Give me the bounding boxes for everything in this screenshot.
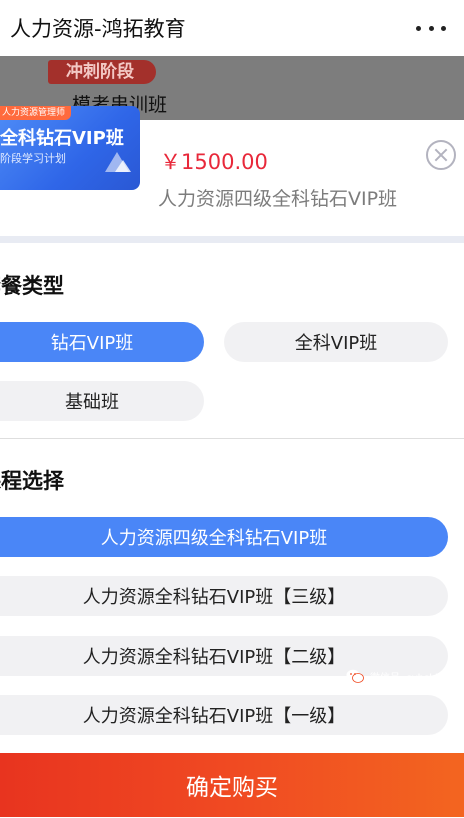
course-select-title: 课程选择 [0,469,64,493]
divider [0,438,464,439]
package-option-full-vip[interactable]: 全科VIP班 [224,322,448,362]
section-separator [0,236,464,243]
product-name: 人力资源四级全科钻石VIP班 [158,188,398,210]
package-option-diamond-vip[interactable]: 钻石VIP班 [0,322,204,362]
confirm-purchase-button[interactable]: 确定购买 [0,753,464,817]
more-dots-icon[interactable] [416,16,446,40]
course-option-level4[interactable]: 人力资源四级全科钻石VIP班 [0,517,448,557]
wechat-icon [346,669,364,683]
package-type-title: 套餐类型 [0,274,64,298]
product-thumbnail: 人力资源管理师 全科钻石VIP班 阶段学习计划 [0,106,140,190]
product-price: ￥1500.00 [160,150,268,174]
watermark: 微信号: syhskjzx [346,667,449,685]
close-icon[interactable] [426,140,456,170]
stage-tag: 冲刺阶段 [48,60,156,84]
thumbnail-subtitle: 阶段学习计划 [0,152,66,165]
page-title: 人力资源-鸿拓教育 [10,17,186,41]
app-bar: 人力资源-鸿拓教育 [0,0,464,56]
purchase-sheet: 人力资源管理师 全科钻石VIP班 阶段学习计划 ￥1500.00 人力资源四级全… [0,106,464,818]
course-option-level3[interactable]: 人力资源全科钻石VIP班【三级】 [0,576,448,616]
product-summary: 人力资源管理师 全科钻石VIP班 阶段学习计划 ￥1500.00 人力资源四级全… [0,106,464,238]
thumbnail-tag: 人力资源管理师 [0,106,72,120]
watermark-text: 微信号: syhskjzx [370,672,449,684]
package-option-basic[interactable]: 基础班 [0,381,204,421]
mountain-icon [105,152,131,172]
course-option-level1[interactable]: 人力资源全科钻石VIP班【一级】 [0,695,448,735]
